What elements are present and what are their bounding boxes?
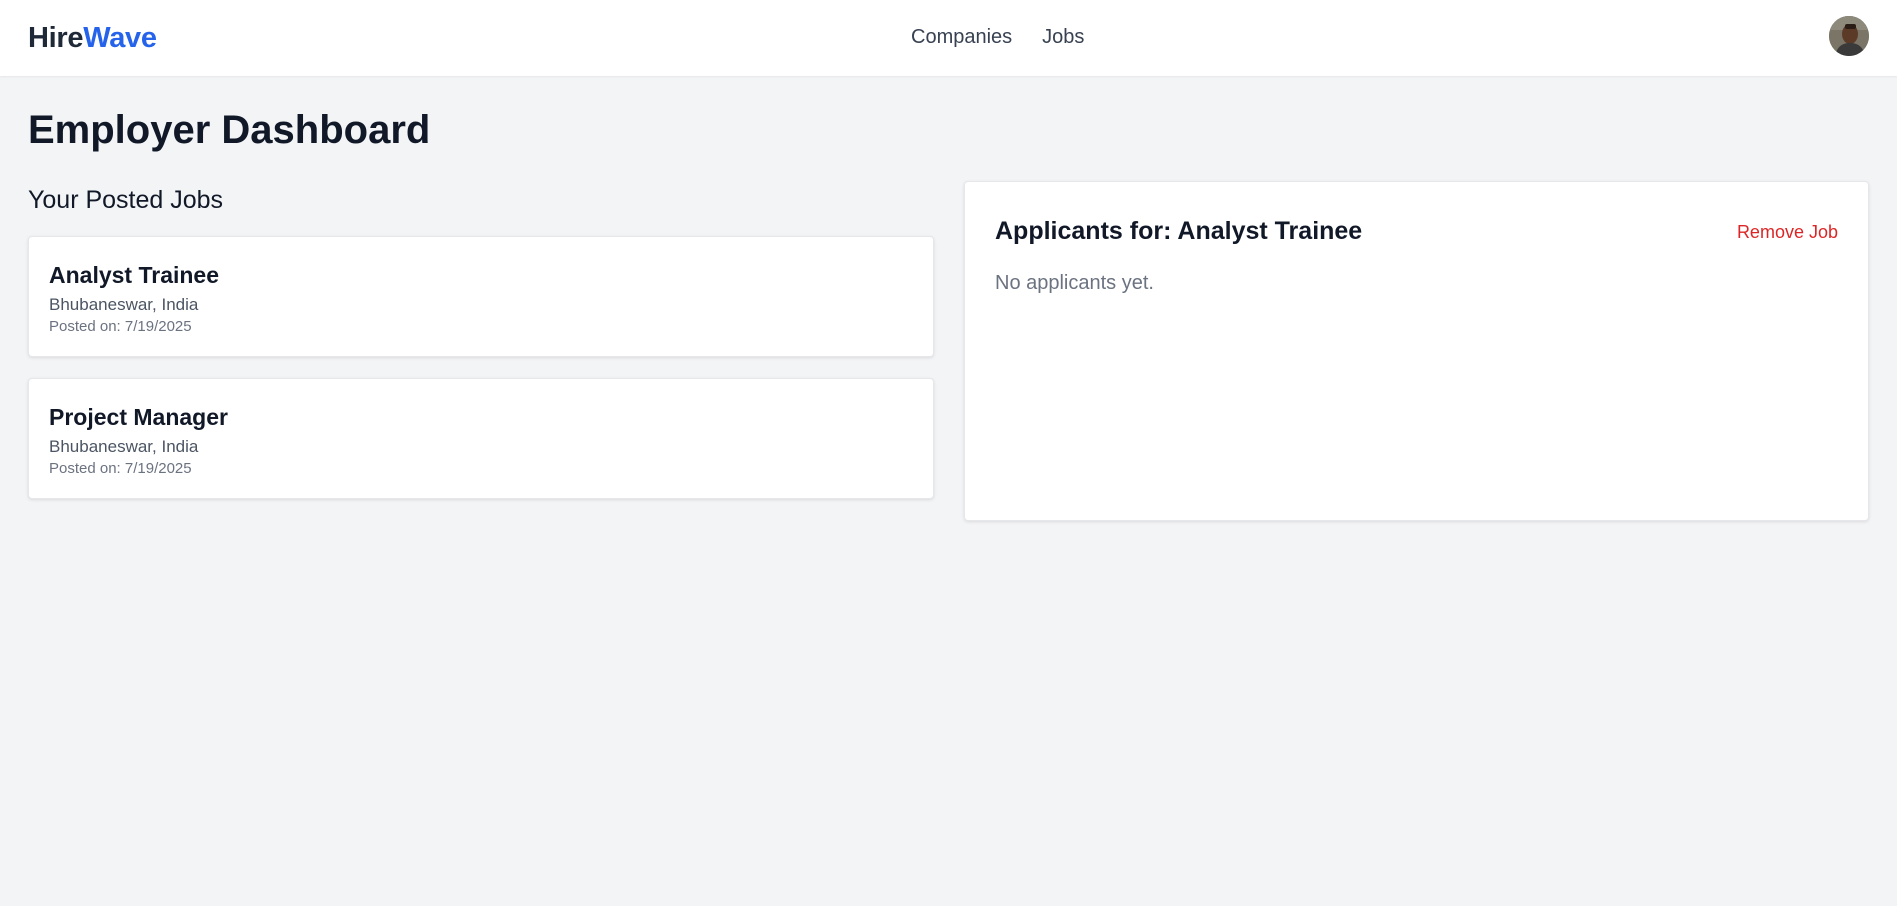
- top-navbar: HireWave Companies Jobs: [0, 0, 1897, 76]
- main-nav: Companies Jobs: [911, 24, 1084, 50]
- user-avatar-icon[interactable]: [1829, 16, 1869, 56]
- job-card[interactable]: Analyst Trainee Bhubaneswar, India Poste…: [28, 236, 934, 357]
- page-title: Employer Dashboard: [28, 108, 431, 152]
- job-location: Bhubaneswar, India: [49, 437, 199, 456]
- logo-text-wave: Wave: [83, 22, 157, 54]
- job-posted-date: Posted on: 7/19/2025: [49, 318, 192, 335]
- job-title: Analyst Trainee: [49, 262, 220, 288]
- applicants-panel-title: Applicants for: Analyst Trainee: [995, 217, 1363, 245]
- nav-link-jobs[interactable]: Jobs: [1042, 24, 1084, 50]
- job-title: Project Manager: [49, 404, 228, 430]
- posted-jobs-heading: Your Posted Jobs: [28, 186, 224, 214]
- applicants-panel: Applicants for: Analyst Trainee Remove J…: [964, 181, 1869, 521]
- job-card[interactable]: Project Manager Bhubaneswar, India Poste…: [28, 378, 934, 499]
- nav-link-companies[interactable]: Companies: [911, 24, 1012, 50]
- no-applicants-message: No applicants yet.: [995, 272, 1154, 294]
- brand-logo[interactable]: HireWave: [28, 20, 157, 56]
- remove-job-button[interactable]: Remove Job: [1737, 220, 1838, 244]
- logo-text-hire: Hire: [28, 22, 84, 54]
- job-posted-date: Posted on: 7/19/2025: [49, 460, 192, 477]
- avatar-photo: [1829, 16, 1869, 56]
- job-location: Bhubaneswar, India: [49, 295, 199, 314]
